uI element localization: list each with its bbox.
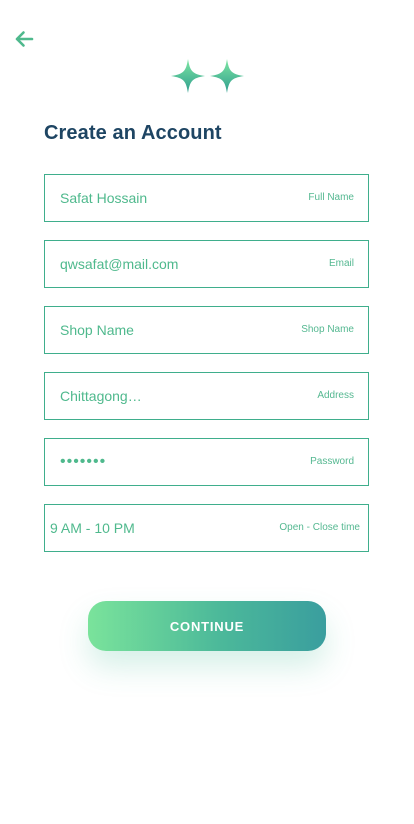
address-field[interactable]: Chittagong… Address: [44, 372, 369, 420]
address-value: Chittagong…: [60, 388, 142, 404]
email-field[interactable]: qwsafat@mail.com Email: [44, 240, 369, 288]
full-name-label: Full Name: [308, 192, 354, 203]
password-field[interactable]: ••••••• Password: [44, 438, 369, 486]
arrow-left-icon: [15, 31, 34, 47]
password-value: •••••••: [60, 453, 107, 470]
email-value: qwsafat@mail.com: [60, 256, 179, 272]
page-title: Create an Account: [44, 122, 222, 144]
shop-name-value: Shop Name: [60, 322, 134, 338]
full-name-field[interactable]: Safat Hossain Full Name: [44, 174, 369, 222]
open-close-time-label: Open - Close time: [279, 522, 360, 533]
full-name-value: Safat Hossain: [60, 190, 148, 206]
email-label: Email: [328, 258, 354, 269]
open-close-time-value: 9 AM - 10 PM: [50, 520, 135, 536]
shop-name-label: Shop Name: [301, 324, 354, 335]
continue-button-label: CONTINUE: [169, 618, 245, 634]
back-button[interactable]: [12, 27, 36, 51]
continue-button[interactable]: CONTINUE: [88, 601, 326, 651]
password-label: Password: [310, 456, 354, 467]
address-label: Address: [317, 390, 354, 401]
double-sparkle-logo-icon: [171, 59, 244, 93]
shop-name-field[interactable]: Shop Name Shop Name: [44, 306, 369, 354]
open-close-time-field[interactable]: 9 AM - 10 PM Open - Close time: [44, 504, 369, 552]
create-account-screen: Create an Account Safat Hossain Full Nam…: [0, 0, 414, 824]
